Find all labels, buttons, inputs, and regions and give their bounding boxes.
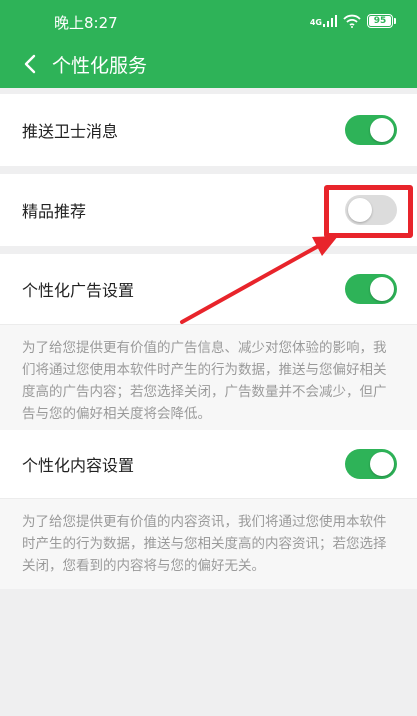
- app-header: 晚上8:27 4G 95 个性化服务: [0, 0, 417, 88]
- setting-row-ad-personalization: 个性化广告设置: [0, 254, 417, 324]
- ad-personalization-label: 个性化广告设置: [22, 281, 135, 300]
- back-button[interactable]: [12, 46, 48, 82]
- highlight-box: [324, 185, 413, 238]
- network-type: 4G: [309, 18, 322, 27]
- section-ad-personalization: 个性化广告设置 为了给您提供更有价值的广告信息、减少对您体验的影响，我们将通过您…: [0, 254, 417, 437]
- wifi-icon: [343, 14, 361, 28]
- status-time: 晚上8:27: [54, 14, 118, 32]
- status-bar: 晚上8:27 4G 95: [0, 0, 417, 40]
- featured-label: 精品推荐: [22, 202, 87, 221]
- content-personalization-label: 个性化内容设置: [22, 456, 135, 475]
- page-title: 个性化服务: [52, 55, 148, 77]
- section-push-guard: 推送卫士消息: [0, 94, 417, 166]
- ad-personalization-toggle[interactable]: [345, 274, 397, 304]
- section-content-personalization: 个性化内容设置 为了给您提供更有价值的内容资讯，我们将通过您使用本软件时产生的行…: [0, 430, 417, 589]
- battery-level: 95: [373, 16, 387, 26]
- cellular-signal-icon: 4G: [310, 15, 337, 27]
- setting-row-content-personalization: 个性化内容设置: [0, 430, 417, 498]
- battery-icon: 95: [367, 14, 396, 28]
- push-guard-toggle[interactable]: [345, 115, 397, 145]
- content-personalization-description: 为了给您提供更有价值的内容资讯，我们将通过您使用本软件时产生的行为数据，推送与您…: [0, 499, 417, 589]
- nav-bar: 个性化服务: [0, 40, 417, 88]
- setting-row-push-guard: 推送卫士消息: [0, 94, 417, 166]
- status-icons: 4G 95: [310, 13, 396, 29]
- content-personalization-toggle[interactable]: [345, 449, 397, 479]
- chevron-left-icon: [24, 54, 36, 74]
- push-guard-label: 推送卫士消息: [22, 122, 119, 141]
- ad-personalization-description: 为了给您提供更有价值的广告信息、减少对您体验的影响，我们将通过您使用本软件时产生…: [0, 325, 417, 437]
